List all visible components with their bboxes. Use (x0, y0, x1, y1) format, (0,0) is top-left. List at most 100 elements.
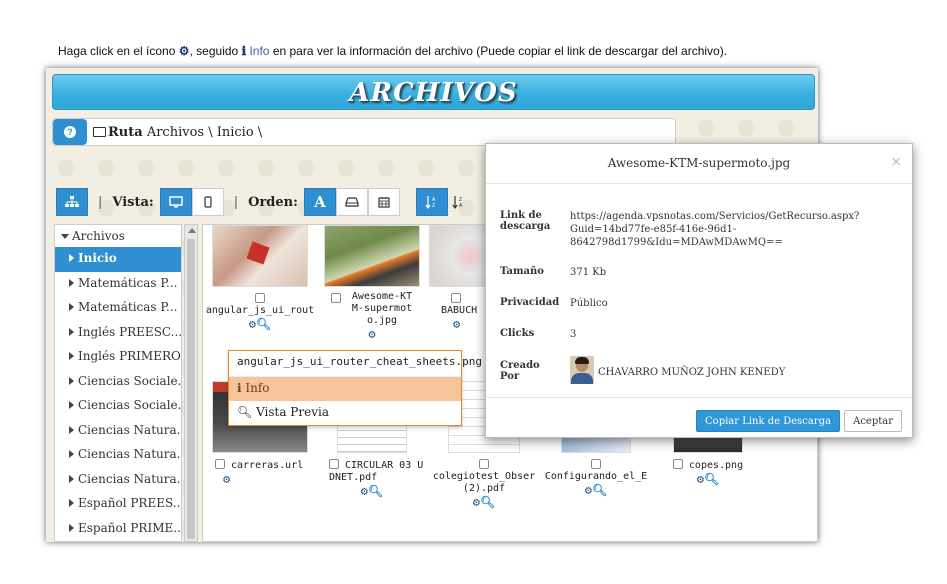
tree-view-button[interactable] (56, 188, 88, 216)
context-preview-item[interactable]: 🔍︎ Vista Previa (229, 401, 461, 425)
file-actions: ⚙ (205, 472, 315, 486)
creator-label: Creado Por (500, 360, 540, 382)
caret-right-icon (69, 352, 74, 360)
tree-item[interactable]: Ciencias Natura... (55, 468, 181, 493)
clicks-value: 3 (570, 329, 577, 340)
desktop-icon (168, 196, 183, 208)
scroll-thumb[interactable] (187, 239, 195, 539)
file-checkbox[interactable] (591, 459, 601, 469)
link-value[interactable]: https://agenda.vpsnotas.com/Servicios/Ge… (570, 210, 859, 249)
question-icon: ? (64, 126, 76, 138)
context-info-item[interactable]: ℹ Info (229, 377, 461, 401)
tree-item[interactable]: Matemáticas P... (55, 272, 181, 297)
caret-right-icon (69, 499, 74, 507)
sort-name-button[interactable]: A (303, 188, 336, 216)
scroll-up-icon[interactable] (188, 228, 196, 233)
tree-scrollbar[interactable] (184, 224, 198, 542)
sort-size-button[interactable] (335, 188, 368, 216)
gear-icon[interactable]: ⚙ (473, 495, 480, 509)
instruction-part2: , seguido (189, 44, 239, 58)
tree-item[interactable]: Ciencias Sociale... (55, 394, 181, 419)
copy-link-button[interactable]: Copiar Link de Descarga (696, 410, 840, 432)
file-checkbox[interactable] (215, 459, 225, 469)
magnifier-icon[interactable]: 🔍︎ (704, 472, 719, 486)
gear-icon[interactable]: ⚙ (249, 317, 256, 331)
file-thumbnail (429, 225, 489, 287)
file-name: Awesome-KTM-supermoto.jpg (351, 291, 413, 326)
dialog-title: Awesome-KTM-supermoto.jpg (607, 156, 791, 170)
tree-item[interactable]: Inglés PRIMERO (55, 345, 181, 370)
gear-icon[interactable]: ⚙ (361, 484, 368, 498)
caret-right-icon (69, 523, 74, 532)
magnifier-icon[interactable]: 🔍︎ (256, 317, 271, 331)
clicks-label: Clicks (500, 328, 535, 339)
gear-icon[interactable]: ⚙ (368, 327, 375, 341)
accept-button[interactable]: Aceptar (844, 410, 902, 432)
tree-item[interactable]: Inicio (55, 247, 181, 272)
file-checkbox[interactable] (451, 293, 461, 303)
file-checkbox[interactable] (255, 293, 265, 303)
toolbar: | Vista: | Orden: A AZ ZA (56, 188, 470, 216)
mobile-icon (204, 196, 212, 208)
help-button[interactable]: ? (53, 119, 87, 145)
dialog-footer: Copiar Link de Descarga Aceptar (486, 397, 912, 439)
caret-right-icon (69, 303, 74, 311)
context-menu-title: angular_js_ui_router_cheat_sheets.png (229, 351, 482, 377)
tree-item[interactable]: Español PREES... (55, 492, 181, 517)
caret-right-icon (69, 450, 74, 458)
path-value[interactable]: Archivos \ Inicio \ (147, 125, 262, 140)
gear-icon[interactable]: ⚙ (223, 472, 230, 486)
file-card[interactable]: angular_js_ui_rout ⚙🔍︎ (205, 225, 315, 331)
sort-desc-icon: ZA (452, 196, 463, 209)
magnifier-icon[interactable]: 🔍︎ (592, 483, 607, 497)
size-label: Tamaño (500, 266, 544, 277)
caret-right-icon (69, 425, 74, 434)
tree-item[interactable]: Ciencias Sociale... (55, 370, 181, 395)
file-name: carreras.url (231, 460, 304, 471)
sort-date-button[interactable] (367, 188, 400, 216)
magnifier-icon[interactable]: 🔍︎ (368, 484, 383, 498)
file-checkbox[interactable] (330, 293, 341, 303)
sort-ascending-button[interactable]: AZ (415, 188, 448, 216)
file-checkbox[interactable] (672, 459, 683, 469)
file-thumbnail (324, 225, 420, 287)
file-checkbox[interactable] (329, 459, 339, 469)
gear-icon[interactable]: ⚙ (697, 472, 704, 486)
folder-tree: Archivos Inicio Matemáticas P... Matemát… (54, 224, 182, 542)
file-actions: ⚙🔍︎ (205, 317, 315, 331)
file-checkbox[interactable] (479, 459, 489, 469)
path-text: Ruta Archivos \ Inicio \ (93, 125, 262, 140)
desktop-view-button[interactable] (159, 188, 192, 216)
link-label: Link de descarga (500, 210, 551, 232)
dialog-header: Awesome-KTM-supermoto.jpg × (486, 144, 912, 184)
file-card[interactable]: Awesome-KTM-supermoto.jpg ⚙ (317, 225, 427, 341)
sitemap-icon (65, 196, 79, 207)
path-label: Ruta (108, 125, 143, 140)
tree-item[interactable]: Inglés PREESC... (55, 321, 181, 346)
caret-right-icon (69, 254, 74, 262)
file-card[interactable]: BABUCH ⚙ (429, 225, 489, 331)
mobile-view-button[interactable] (191, 188, 224, 216)
breadcrumb: ? Ruta Archivos \ Inicio \ (52, 118, 676, 146)
file-name: copes.png (688, 460, 744, 471)
gear-icon[interactable]: ⚙ (453, 317, 460, 331)
file-actions: ⚙🔍︎ (429, 495, 539, 509)
file-name: angular_js_ui_rout (205, 305, 315, 316)
close-icon[interactable]: × (890, 154, 902, 170)
svg-text:Z: Z (432, 203, 435, 209)
tree-root[interactable]: Archivos (55, 225, 181, 247)
file-name: colegiotest_Obser (2).pdf (432, 471, 536, 494)
gear-icon: ⚙ (178, 44, 190, 58)
file-actions: ⚙🔍︎ (317, 484, 427, 498)
separator: | (233, 194, 239, 210)
privacy-value: Público (570, 298, 608, 309)
gear-icon[interactable]: ⚙ (585, 483, 592, 497)
file-name: CIRCULAR 03 UDNET.pdf (329, 460, 424, 483)
tree-item[interactable]: Español PRIME... (55, 517, 181, 542)
magnifier-icon[interactable]: 🔍︎ (480, 495, 495, 509)
tree-item[interactable]: Ciencias Natura... (55, 419, 181, 444)
banner: ARCHIVOS (52, 74, 815, 110)
tree-item[interactable]: Ciencias Natura... (55, 443, 181, 468)
tree-item[interactable]: Matemáticas P... (55, 296, 181, 321)
sort-descending-button[interactable]: ZA (448, 188, 470, 216)
